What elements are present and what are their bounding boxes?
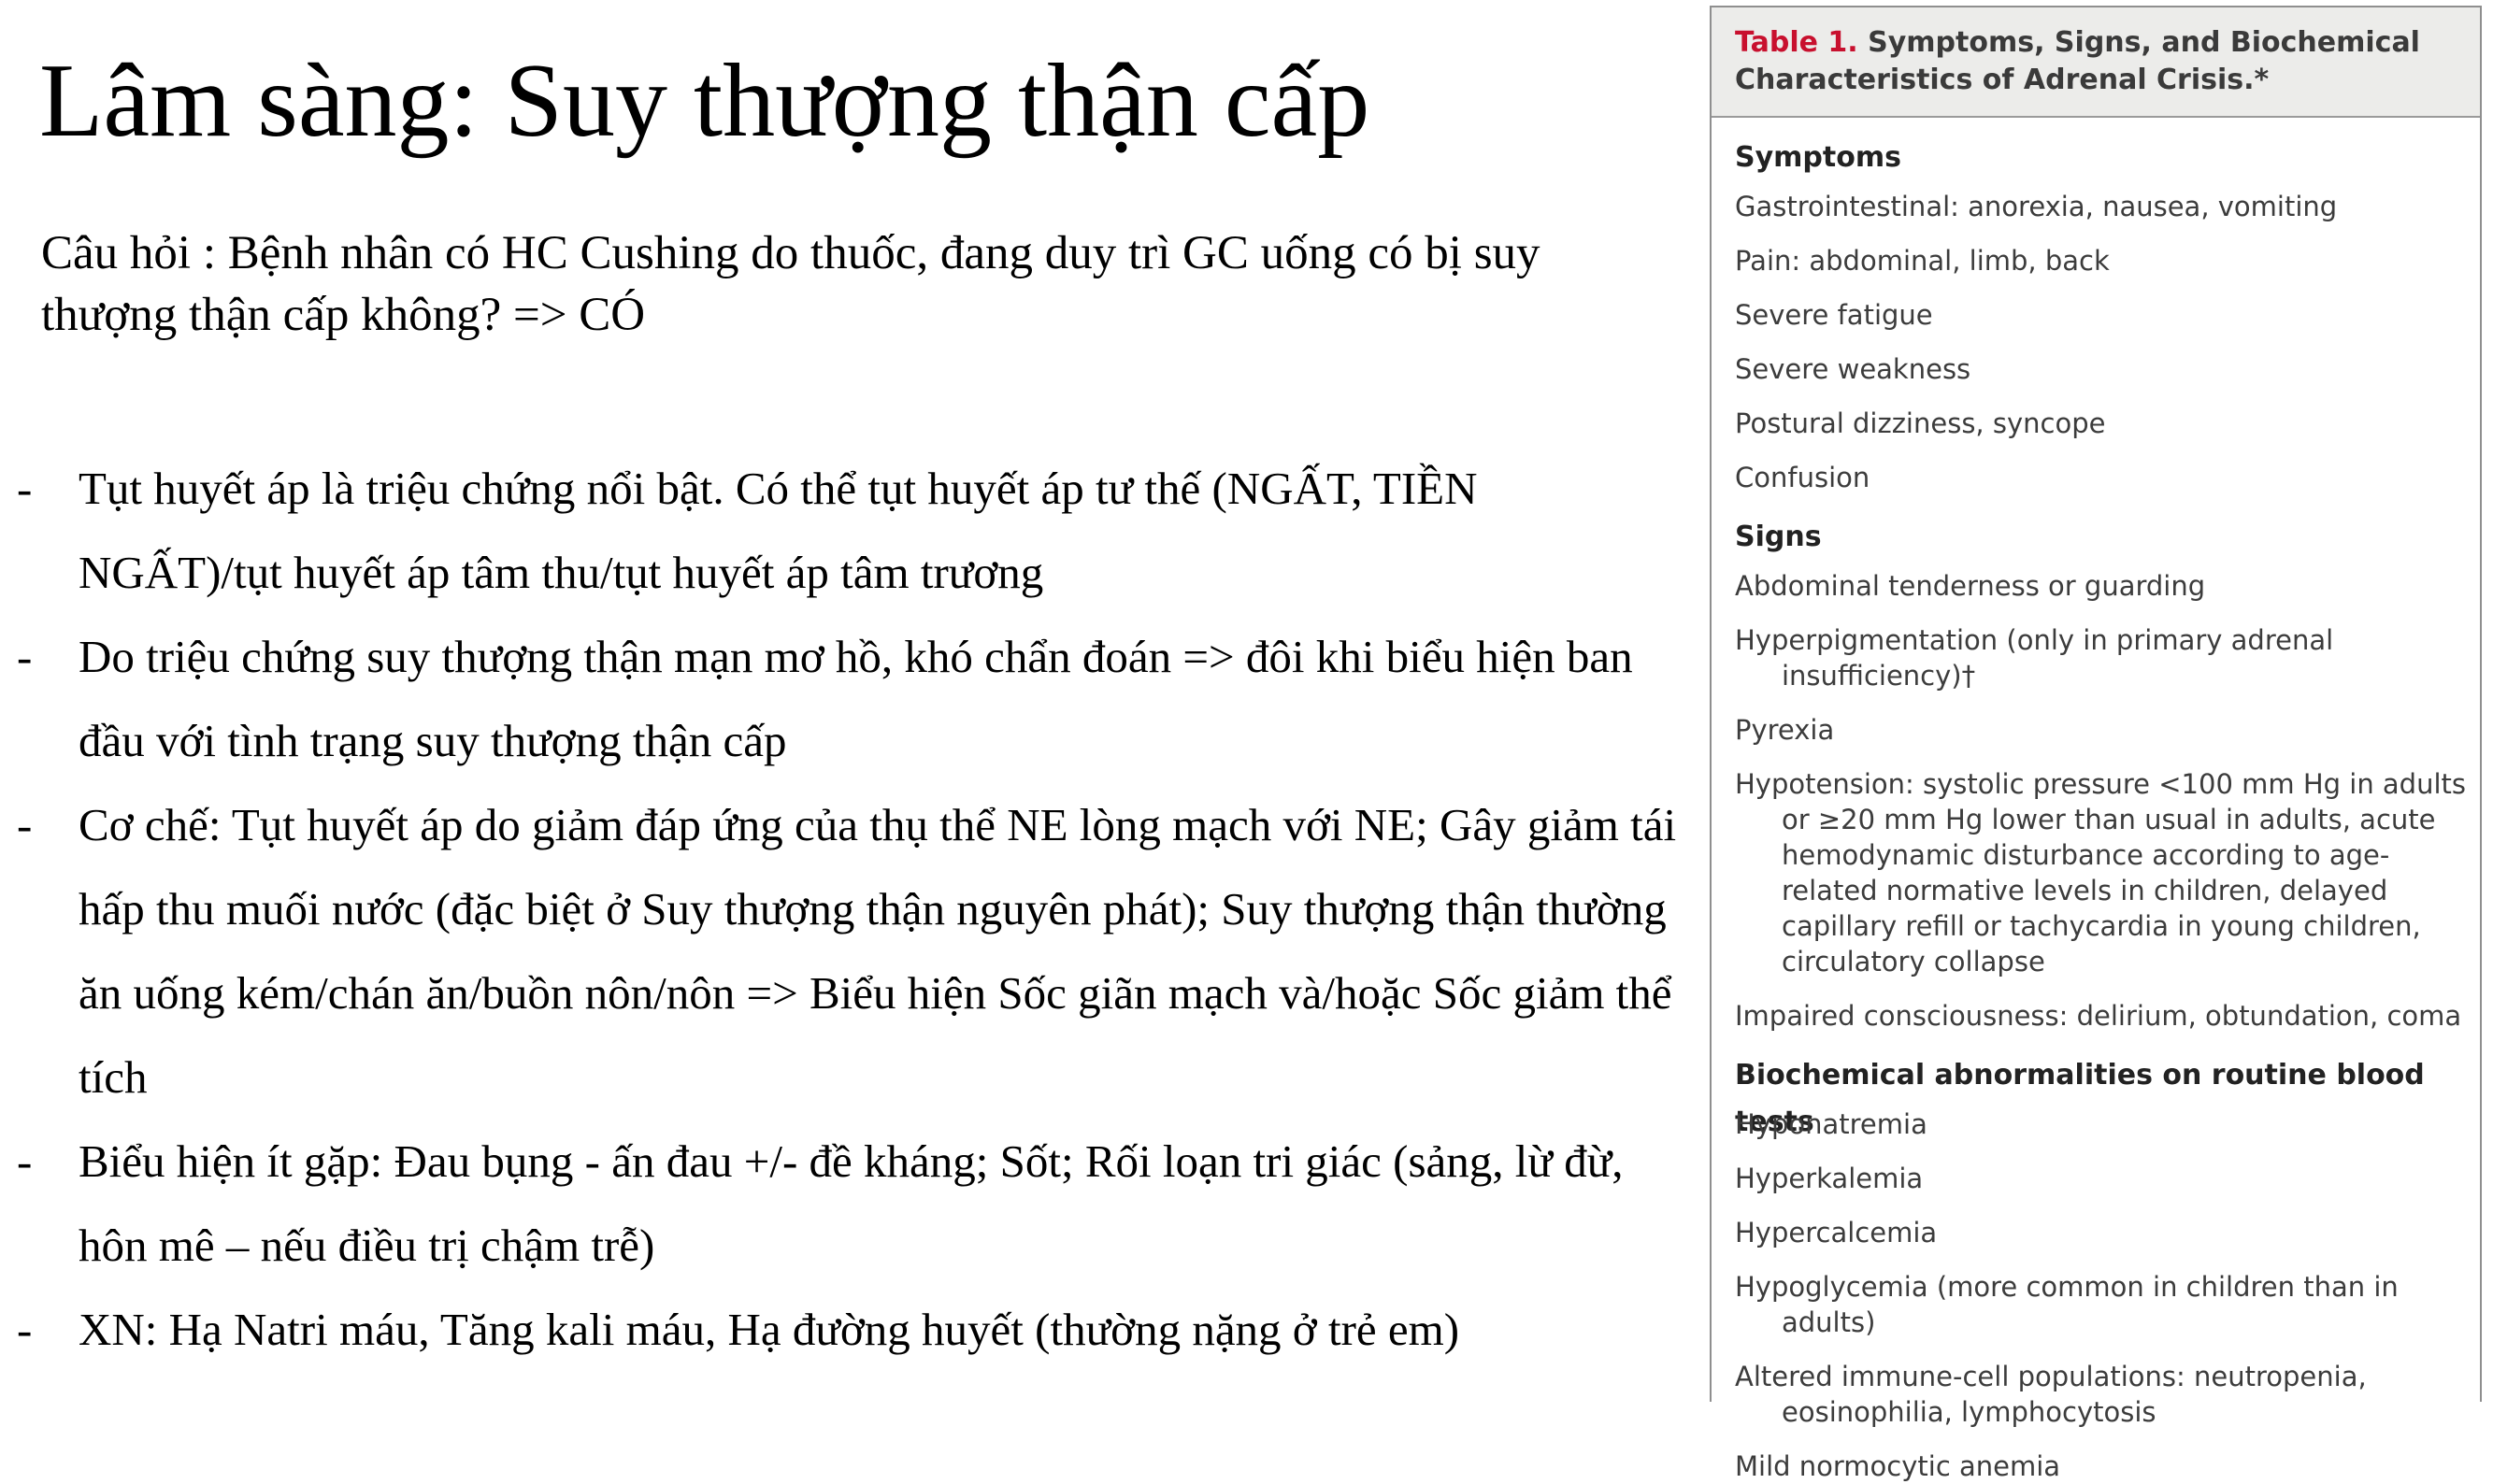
table-item: Hyponatremia: [1735, 1108, 1927, 1140]
slide-title: Lâm sàng: Suy thượng thận cấp: [39, 43, 1370, 159]
bullet-text: Do triệu chứng suy thượng thận mạn mơ hồ…: [79, 631, 1633, 766]
table-item: Hyperpigmentation (only in primary adren…: [1735, 624, 2334, 692]
question-text: Câu hỏi : Bệnh nhân có HC Cushing do thu…: [41, 227, 1540, 341]
section-heading-symptoms: Symptoms: [1735, 141, 1901, 174]
bullet-marker: -: [17, 799, 33, 850]
table-item: Pyrexia: [1735, 714, 1835, 746]
table-item: Mild normocytic anemia: [1735, 1450, 2061, 1482]
bullet-marker: -: [17, 631, 33, 682]
bullet-item: - Tụt huyết áp là triệu chứng nổi bật. Có…: [0, 447, 1692, 615]
table-item: Severe fatigue: [1735, 299, 1933, 331]
table-item: Postural dizziness, syncope: [1735, 407, 2106, 439]
table-item: Impaired consciousness: delirium, obtund…: [1735, 1000, 2462, 1032]
table-item: Hypercalcemia: [1735, 1217, 1938, 1249]
bullet-text: Biểu hiện ít gặp: Đau bụng - ấn đau +/- …: [79, 1135, 1624, 1271]
bullet-item: - XN: Hạ Natri máu, Tăng kali máu, Hạ đườ…: [0, 1288, 1692, 1372]
bullet-text: Tụt huyết áp là triệu chứng nổi bật. Có …: [79, 463, 1478, 598]
table-item: Gastrointestinal: anorexia, nausea, vomi…: [1735, 191, 2338, 222]
table-item: Pain: abdominal, limb, back: [1735, 245, 2110, 277]
table-item: Altered immune-cell populations: neutrop…: [1735, 1361, 2367, 1428]
bullet-text: Cơ chế: Tụt huyết áp do giảm đáp ứng của…: [79, 799, 1677, 1103]
bullet-list: - Tụt huyết áp là triệu chứng nổi bật. Có…: [0, 447, 1692, 1372]
bullet-marker: -: [17, 463, 33, 514]
table-item: Hyperkalemia: [1735, 1163, 1924, 1194]
section-heading-signs: Signs: [1735, 521, 1822, 553]
section-heading-biochemical: Biochemical abnormalities on routine blo…: [1735, 1059, 2425, 1138]
table-item: Abdominal tenderness or guarding: [1735, 570, 2206, 602]
bullet-text: XN: Hạ Natri máu, Tăng kali máu, Hạ đườn…: [79, 1304, 1460, 1355]
table-number: Table 1.: [1735, 26, 1858, 59]
table-caption: Table 1. Symptoms, Signs, and Biochemica…: [1712, 7, 2480, 118]
bullet-marker: -: [17, 1304, 33, 1355]
table-item: Confusion: [1735, 462, 1870, 493]
bullet-item: - Cơ chế: Tụt huyết áp do giảm đáp ứng củ…: [0, 783, 1692, 1120]
table-body: Symptoms Gastrointestinal: anorexia, nau…: [1712, 118, 2480, 1484]
table-item: Hypotension: systolic pressure <100 mm H…: [1735, 768, 2467, 977]
bullet-item: - Do triệu chứng suy thượng thận mạn mơ h…: [0, 615, 1692, 783]
table-item: Severe weakness: [1735, 353, 1971, 385]
bullet-marker: -: [17, 1135, 33, 1187]
adrenal-crisis-table: Table 1. Symptoms, Signs, and Biochemica…: [1710, 6, 2482, 1482]
table-item: Hypoglycemia (more common in children th…: [1735, 1271, 2399, 1338]
bullet-item: - Biểu hiện ít gặp: Đau bụng - ấn đau +/-…: [0, 1120, 1692, 1288]
